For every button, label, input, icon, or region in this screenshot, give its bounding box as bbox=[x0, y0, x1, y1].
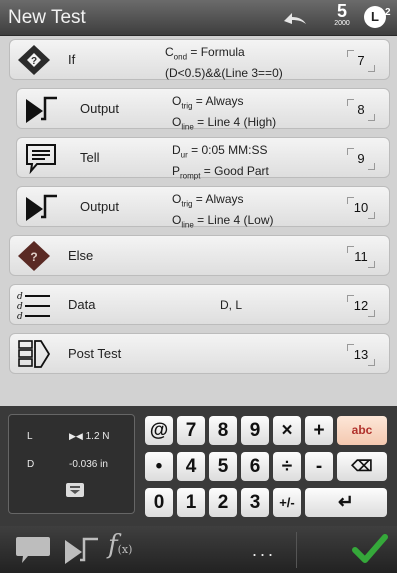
backspace-icon[interactable]: ⌫ bbox=[337, 452, 387, 481]
step-params: Cond = Formula (D<0.5)&&(Line 3==0) bbox=[165, 45, 283, 81]
readout-toggle-icon[interactable] bbox=[66, 483, 84, 497]
more-options-button[interactable]: ... bbox=[252, 540, 276, 561]
step-name: Tell bbox=[80, 150, 100, 165]
step-tell[interactable]: Tell Dur = 0:05 MM:SS Prompt = Good Part… bbox=[16, 137, 390, 181]
level-badge[interactable]: L2 bbox=[364, 6, 391, 28]
key-6[interactable]: 6 bbox=[241, 452, 269, 481]
badge-sup: 2 bbox=[385, 7, 391, 18]
key-abc[interactable]: abc bbox=[337, 416, 387, 445]
undo-icon[interactable] bbox=[282, 9, 308, 32]
svg-text:?: ? bbox=[31, 56, 37, 67]
add-output-icon[interactable] bbox=[62, 534, 102, 571]
badge-letter: L bbox=[371, 9, 379, 24]
live-readout: L ▶◀ 1.2 N D -0.036 in bbox=[8, 414, 135, 514]
step-name: Output bbox=[80, 101, 120, 116]
add-tell-icon[interactable] bbox=[14, 534, 52, 571]
distance-label: D bbox=[27, 459, 35, 470]
svg-text:?: ? bbox=[30, 250, 37, 264]
key-at[interactable]: @ bbox=[145, 416, 173, 445]
tare-icon: ▶◀ bbox=[69, 431, 83, 441]
step-data[interactable]: d d d Data D, L 12 bbox=[9, 284, 390, 325]
step-else[interactable]: ? Else 11 bbox=[9, 235, 390, 276]
key-8[interactable]: 8 bbox=[209, 416, 237, 445]
enter-icon[interactable]: ↵ bbox=[305, 488, 387, 517]
add-formula-icon[interactable]: f(x) bbox=[108, 530, 132, 560]
key-minus[interactable]: - bbox=[305, 452, 333, 481]
step-post-test[interactable]: Post Test 13 bbox=[9, 333, 390, 374]
svg-text:d: d bbox=[17, 312, 23, 321]
key-5[interactable]: 5 bbox=[209, 452, 237, 481]
key-multiply[interactable]: × bbox=[273, 416, 301, 445]
step-output[interactable]: Output Otrig = Always Oline = Line 4 (Lo… bbox=[16, 186, 390, 230]
step-params: Otrig = Always Oline = Line 4 (High) bbox=[172, 94, 277, 132]
key-3[interactable]: 3 bbox=[241, 488, 269, 517]
step-name: Data bbox=[68, 297, 96, 312]
load-label: L bbox=[27, 431, 33, 442]
key-1[interactable]: 1 bbox=[177, 488, 205, 517]
bottom-toolbar: f(x) ... bbox=[0, 526, 397, 573]
key-4[interactable]: 4 bbox=[177, 452, 205, 481]
key-plus-minus[interactable]: +/- bbox=[273, 488, 301, 517]
step-name: If bbox=[68, 52, 76, 67]
key-9[interactable]: 9 bbox=[241, 416, 269, 445]
key-divide[interactable]: ÷ bbox=[273, 452, 301, 481]
key-decimal[interactable]: • bbox=[145, 452, 173, 481]
counter-value: 5 bbox=[336, 1, 347, 21]
keypad-panel: L ▶◀ 1.2 N D -0.036 in @ 7 8 9 × + abc •… bbox=[0, 406, 397, 526]
step-number: 10 bbox=[347, 197, 375, 219]
step-output[interactable]: Output Otrig = Always Oline = Line 4 (Hi… bbox=[16, 88, 390, 132]
page-title: New Test bbox=[8, 7, 86, 28]
key-plus[interactable]: + bbox=[305, 416, 333, 445]
tell-speech-icon bbox=[26, 144, 56, 174]
step-if[interactable]: ? If Cond = Formula (D<0.5)&&(Line 3==0)… bbox=[9, 39, 390, 80]
load-value: ▶◀ 1.2 N bbox=[69, 431, 110, 442]
step-number: 12 bbox=[347, 295, 375, 317]
step-counter: 5 2000 bbox=[326, 2, 358, 34]
svg-text:d: d bbox=[17, 302, 23, 312]
toolbar-divider bbox=[296, 532, 297, 568]
app-header: New Test 5 2000 L2 bbox=[0, 0, 397, 36]
step-params: Dur = 0:05 MM:SS Prompt = Good Part bbox=[172, 143, 269, 181]
step-number: 9 bbox=[347, 148, 375, 170]
step-params: Otrig = Always Oline = Line 4 (Low) bbox=[172, 192, 274, 230]
data-lines-icon: d d d bbox=[17, 292, 50, 321]
step-number: 8 bbox=[347, 99, 375, 121]
counter-sub: 2000 bbox=[334, 20, 350, 27]
test-step-list: ? If Cond = Formula (D<0.5)&&(Line 3==0)… bbox=[0, 36, 397, 406]
key-7[interactable]: 7 bbox=[177, 416, 205, 445]
confirm-check-icon[interactable] bbox=[352, 532, 388, 571]
post-test-icon bbox=[18, 340, 51, 368]
step-name: Post Test bbox=[68, 346, 122, 361]
key-2[interactable]: 2 bbox=[209, 488, 237, 517]
else-diamond-icon: ? bbox=[18, 241, 50, 271]
step-number: 13 bbox=[347, 344, 375, 366]
step-name: Else bbox=[68, 248, 94, 263]
step-params: D, L bbox=[220, 298, 243, 312]
svg-text:d: d bbox=[17, 292, 23, 302]
distance-value: -0.036 in bbox=[69, 459, 108, 470]
step-number: 7 bbox=[347, 50, 375, 72]
step-name: Output bbox=[80, 199, 120, 214]
output-step-icon bbox=[26, 194, 57, 221]
step-number: 11 bbox=[347, 246, 375, 268]
output-step-icon bbox=[26, 96, 57, 123]
key-0[interactable]: 0 bbox=[145, 488, 173, 517]
if-diamond-icon: ? bbox=[18, 45, 50, 75]
